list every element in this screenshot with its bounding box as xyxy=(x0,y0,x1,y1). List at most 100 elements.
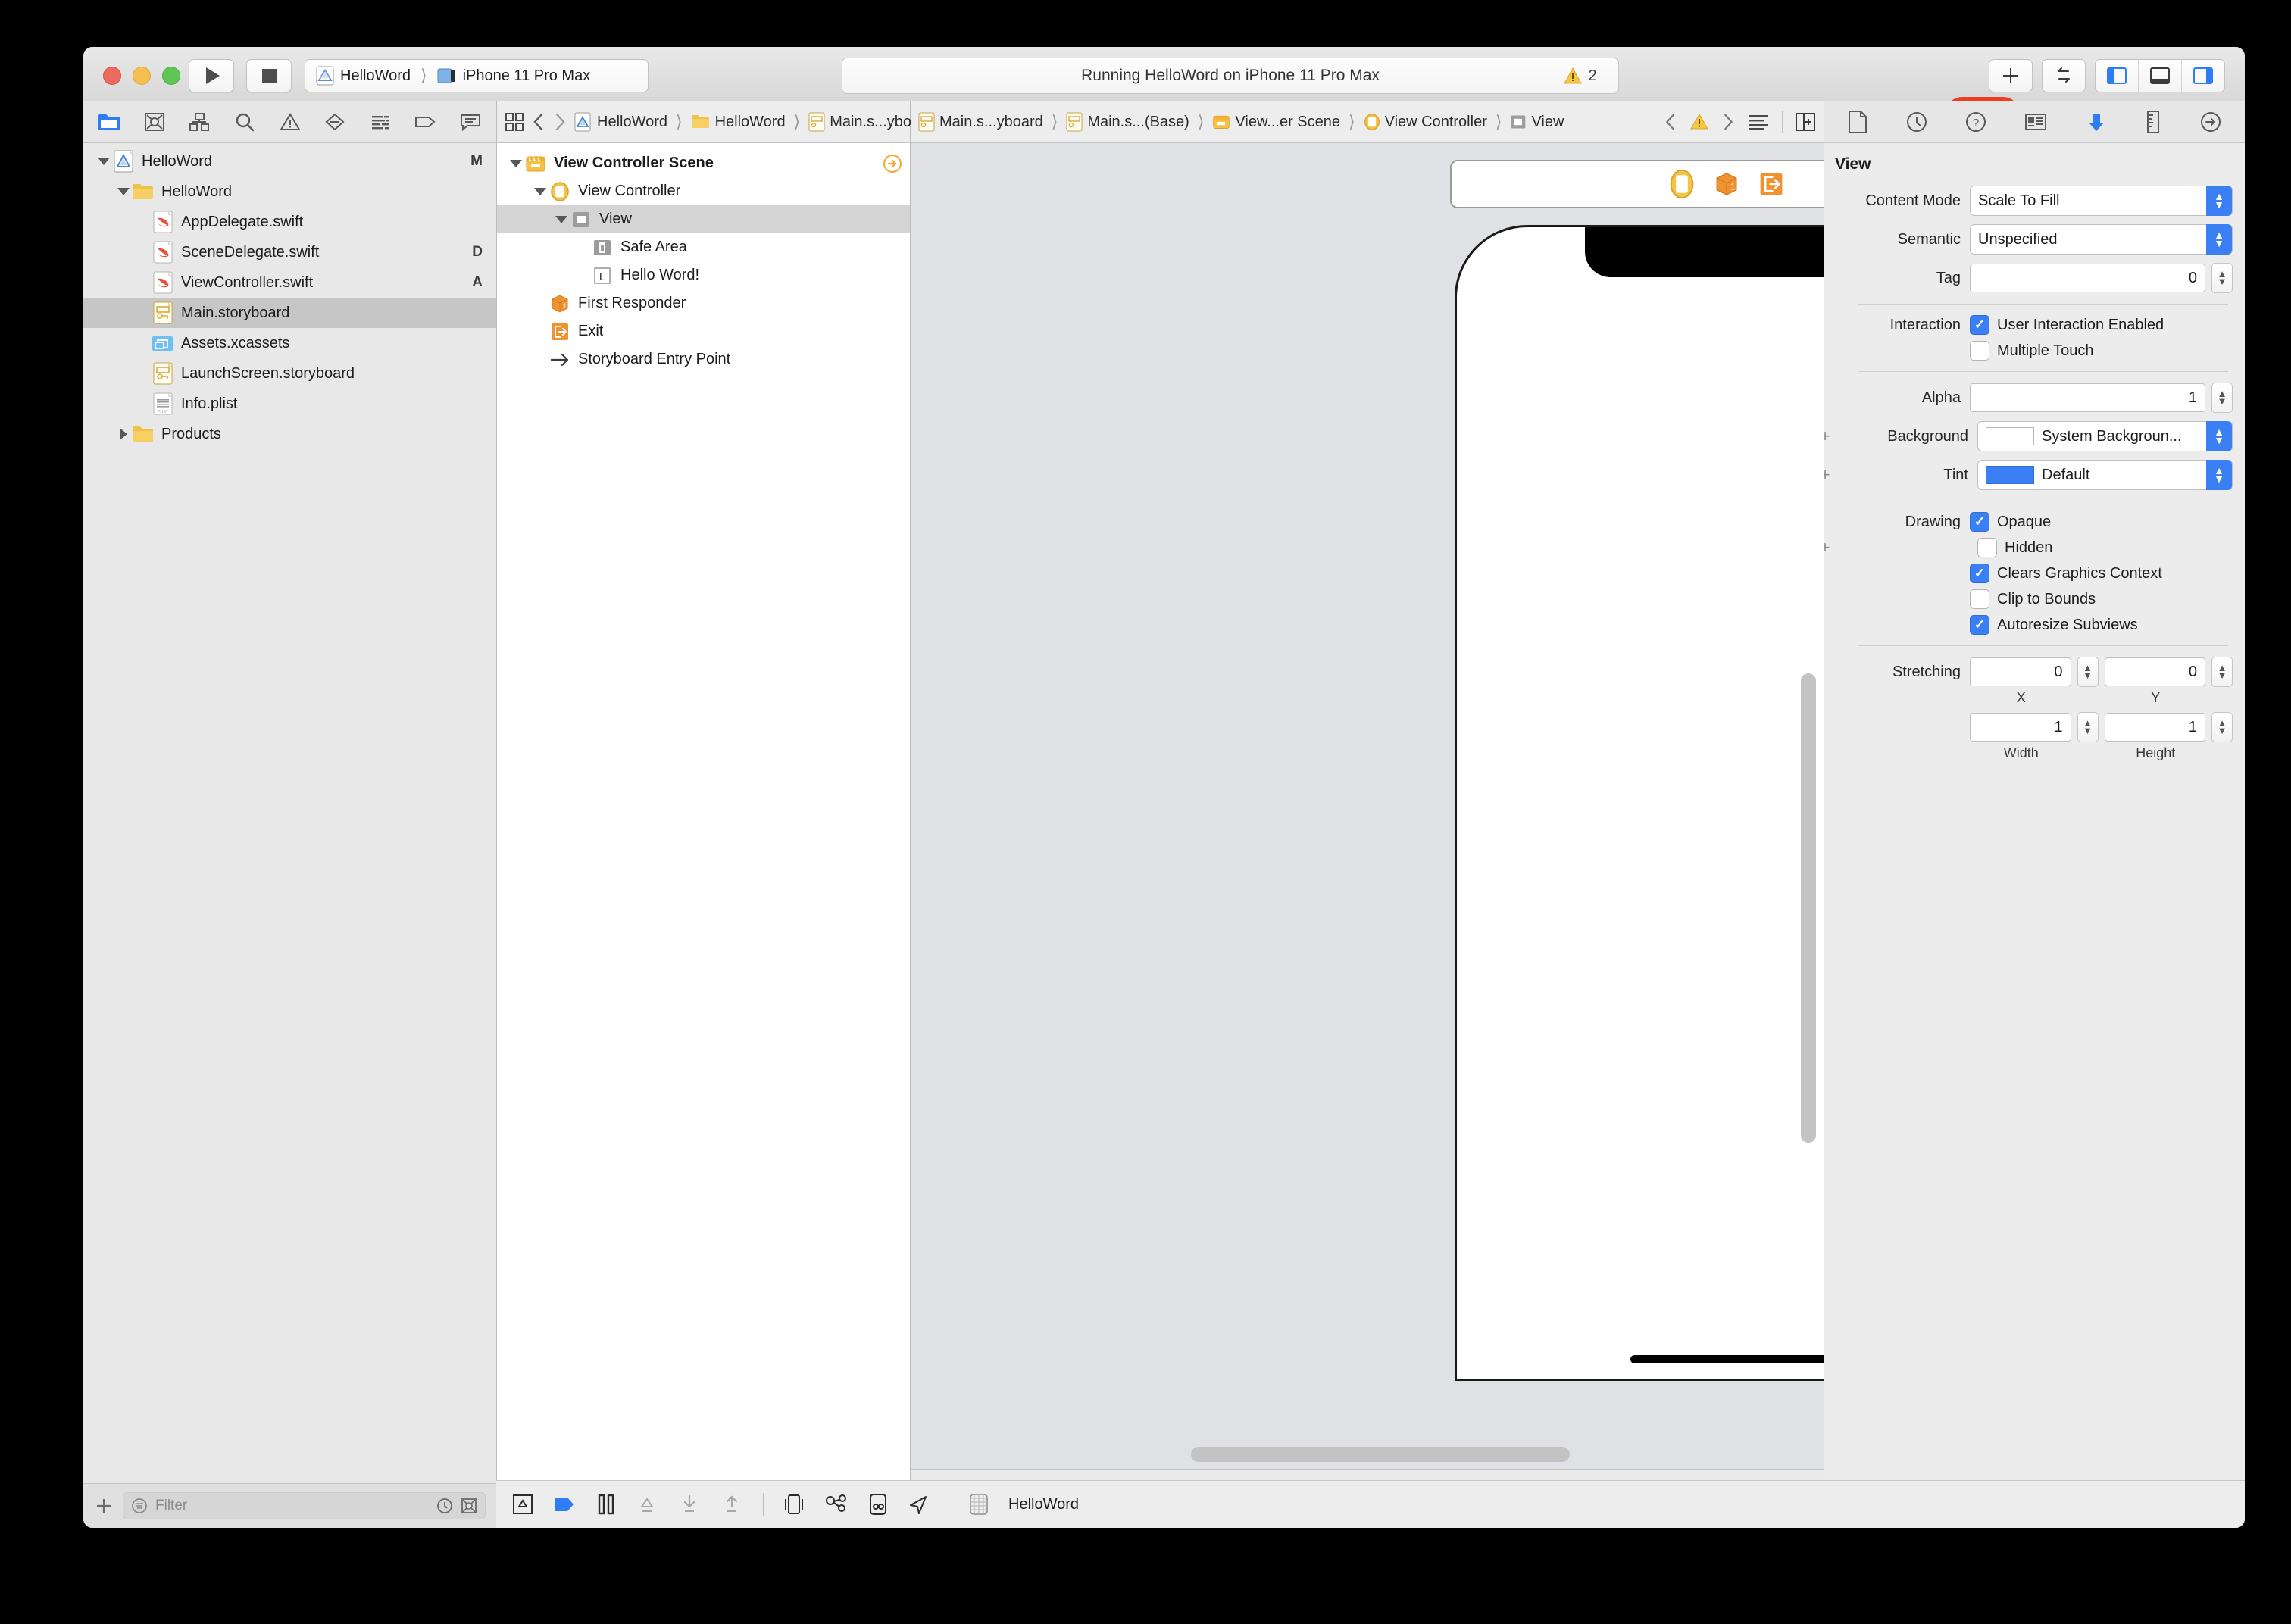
disclosure-triangle[interactable] xyxy=(95,158,112,165)
memory-graph-icon[interactable] xyxy=(824,1493,849,1516)
tag-stepper[interactable]: ▲ ▼ xyxy=(2211,263,2233,293)
breadcrumb[interactable]: HelloWord ⟩ HelloWord ⟩ Main.s...yboard xyxy=(574,112,933,132)
stretching-width-input[interactable]: 1 xyxy=(1970,713,2071,742)
jump-bar-segment-5[interactable]: View Controller xyxy=(1385,114,1487,131)
stretching-y-stepper[interactable]: ▲ ▼ xyxy=(2211,657,2233,687)
project-navigator-tree[interactable]: HelloWord M HelloWord AppDelegate.swift … xyxy=(83,143,496,1483)
hidden-checkbox[interactable] xyxy=(1977,538,1997,557)
add-variation-icon[interactable]: + xyxy=(1824,538,1832,557)
scheme-selector[interactable]: HelloWord ⟩ iPhone 11 Pro Max xyxy=(305,59,649,92)
content-mode-select[interactable]: Scale To Fill ▲ ▼ xyxy=(1970,186,2233,216)
disclosure-triangle[interactable] xyxy=(532,187,549,195)
background-color-select[interactable]: System Backgroun... ▲ ▼ xyxy=(1977,421,2233,451)
list-item[interactable]: View xyxy=(497,205,910,233)
jump-bar-segment-3[interactable]: Main.s...(Base) xyxy=(1087,114,1189,131)
iphone-device-preview[interactable] xyxy=(1455,225,1824,1381)
view-controller-icon[interactable] xyxy=(1669,169,1695,199)
tab-connections-inspector[interactable] xyxy=(2200,111,2221,133)
add-file-button[interactable] xyxy=(94,1496,114,1516)
user-interaction-enabled-checkbox[interactable]: ✓ xyxy=(1970,315,1989,335)
jump-bar-segment-6[interactable]: View xyxy=(1531,114,1564,131)
table-row[interactable]: ViewController.swift A xyxy=(83,267,496,298)
table-row[interactable]: Assets.xcassets xyxy=(83,328,496,358)
go-forward-button[interactable] xyxy=(553,112,567,132)
scene-dock[interactable]: 1 xyxy=(1450,160,1824,208)
stretching-x-stepper[interactable]: ▲ ▼ xyxy=(2077,657,2099,687)
stretching-x-input[interactable]: 0 xyxy=(1970,657,2071,686)
stretching-y-input[interactable]: 0 xyxy=(2104,657,2205,686)
sidebar-item-debug-navigator[interactable] xyxy=(358,102,403,142)
hide-debug-area-icon[interactable] xyxy=(511,1493,534,1516)
related-items-icon[interactable] xyxy=(505,112,524,132)
debug-view-icon[interactable] xyxy=(868,1493,888,1516)
run-button[interactable] xyxy=(189,59,234,92)
disclosure-triangle[interactable] xyxy=(553,215,570,223)
add-editor-button[interactable] xyxy=(1795,112,1816,132)
step-out-icon[interactable] xyxy=(720,1493,743,1516)
location-icon[interactable] xyxy=(908,1493,929,1516)
sidebar-item-symbol-navigator[interactable] xyxy=(177,102,222,142)
add-variation-icon[interactable]: + xyxy=(1824,426,1832,446)
zoom-window-button[interactable] xyxy=(162,67,180,85)
sidebar-item-test-navigator[interactable] xyxy=(312,102,358,142)
entry-arrow-badge[interactable] xyxy=(883,154,902,173)
add-library-button[interactable] xyxy=(1989,59,2033,92)
list-item[interactable]: Storyboard Entry Point xyxy=(497,345,910,373)
tint-color-select[interactable]: Default ▲ ▼ xyxy=(1977,460,2233,490)
close-window-button[interactable] xyxy=(103,67,121,85)
table-row[interactable]: SceneDelegate.swift D xyxy=(83,237,496,267)
canvas-horizontal-scrollbar[interactable] xyxy=(1191,1447,1570,1462)
warning-triangle-icon[interactable] xyxy=(1689,113,1709,131)
source-control-filter-icon[interactable] xyxy=(461,1498,477,1514)
view-hierarchy-icon[interactable] xyxy=(783,1493,805,1516)
stretching-height-stepper[interactable]: ▲ ▼ xyxy=(2211,712,2233,742)
disclosure-triangle[interactable] xyxy=(115,188,132,195)
jump-bar-segment-4[interactable]: View...er Scene xyxy=(1235,114,1340,131)
minimize-window-button[interactable] xyxy=(133,67,151,85)
sidebar-item-source-control-navigator[interactable] xyxy=(132,102,177,142)
stop-button[interactable] xyxy=(246,59,292,92)
go-back-button[interactable] xyxy=(532,112,545,132)
list-item[interactable]: 1 First Responder xyxy=(497,289,910,317)
pause-icon[interactable] xyxy=(596,1493,616,1516)
disclosure-triangle[interactable] xyxy=(115,428,132,440)
stretching-height-input[interactable]: 1 xyxy=(2104,713,2205,742)
toggle-inspector-button[interactable] xyxy=(2182,60,2224,92)
list-item[interactable]: View Controller xyxy=(497,177,910,205)
toggle-debug-area-button[interactable] xyxy=(2139,60,2182,92)
sidebar-item-project-navigator[interactable] xyxy=(86,102,132,142)
recent-files-filter-icon[interactable] xyxy=(436,1498,453,1514)
autoresize-subviews-checkbox[interactable]: ✓ xyxy=(1970,615,1989,635)
document-outline-tree[interactable]: View Controller Scene View Controller Vi… xyxy=(497,143,910,1485)
tab-size-inspector[interactable] xyxy=(2145,111,2161,133)
jump-bar-segment-2[interactable]: Main.s...yboard xyxy=(939,114,1043,131)
next-issue-button[interactable] xyxy=(1721,113,1735,131)
list-item[interactable]: Exit xyxy=(497,317,910,345)
stretching-width-stepper[interactable]: ▲ ▼ xyxy=(2077,712,2099,742)
table-row[interactable]: LaunchScreen.storyboard xyxy=(83,358,496,389)
continue-icon[interactable] xyxy=(554,1494,577,1514)
tab-attributes-inspector[interactable] xyxy=(2086,111,2107,133)
tab-file-inspector[interactable] xyxy=(1848,111,1867,133)
step-over-icon[interactable] xyxy=(636,1493,658,1516)
disclosure-triangle[interactable] xyxy=(508,159,524,167)
alpha-input[interactable]: 1 xyxy=(1970,383,2205,412)
first-responder-icon[interactable]: 1 xyxy=(1713,170,1740,198)
add-variation-icon[interactable]: + xyxy=(1824,465,1832,485)
storyboard-canvas[interactable]: 1 Hello Word! xyxy=(911,143,1824,1469)
sidebar-item-breakpoint-navigator[interactable] xyxy=(403,102,449,142)
table-row[interactable]: HelloWord M xyxy=(83,146,496,176)
step-into-icon[interactable] xyxy=(678,1493,701,1516)
opaque-checkbox[interactable]: ✓ xyxy=(1970,512,1989,532)
warning-count-badge[interactable]: 2 xyxy=(1542,58,1618,93)
tag-input[interactable]: 0 xyxy=(1970,264,2205,292)
sidebar-item-report-navigator[interactable] xyxy=(448,102,493,142)
tab-help-inspector[interactable]: ? xyxy=(1965,111,1986,133)
previous-issue-button[interactable] xyxy=(1664,113,1677,131)
navigator-filter-input[interactable]: Filter xyxy=(123,1492,486,1519)
table-row[interactable]: PLIST Info.plist xyxy=(83,389,496,419)
alpha-stepper[interactable]: ▲ ▼ xyxy=(2211,383,2233,413)
tab-identity-inspector[interactable] xyxy=(2024,112,2047,132)
code-review-button[interactable] xyxy=(2042,59,2086,92)
tab-history-inspector[interactable] xyxy=(1906,111,1927,133)
